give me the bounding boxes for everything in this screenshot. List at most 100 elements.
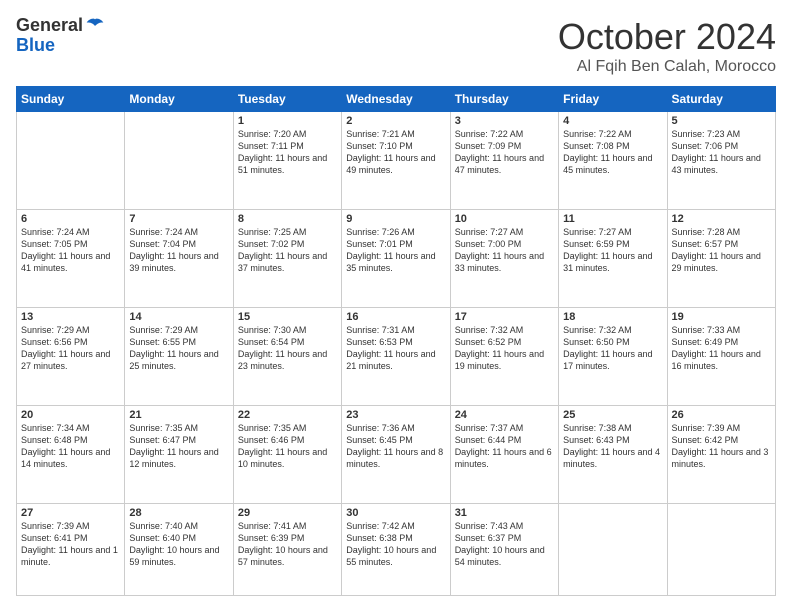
logo-general: General bbox=[16, 16, 83, 36]
day-number: 24 bbox=[455, 409, 554, 421]
day-number: 1 bbox=[238, 115, 337, 127]
location: Al Fqih Ben Calah, Morocco bbox=[558, 58, 776, 76]
cell-content: Sunrise: 7:39 AMSunset: 6:41 PMDaylight:… bbox=[21, 520, 120, 569]
day-number: 9 bbox=[346, 213, 445, 225]
logo-blue: Blue bbox=[16, 36, 105, 56]
day-header-tuesday: Tuesday bbox=[233, 87, 341, 112]
cell-content: Sunrise: 7:33 AMSunset: 6:49 PMDaylight:… bbox=[672, 324, 771, 373]
calendar-cell bbox=[559, 504, 667, 596]
day-number: 13 bbox=[21, 311, 120, 323]
day-number: 20 bbox=[21, 409, 120, 421]
calendar-cell: 11Sunrise: 7:27 AMSunset: 6:59 PMDayligh… bbox=[559, 210, 667, 308]
day-number: 10 bbox=[455, 213, 554, 225]
page: General Blue October 2024 Al Fqih Ben Ca… bbox=[0, 0, 792, 612]
calendar-cell: 22Sunrise: 7:35 AMSunset: 6:46 PMDayligh… bbox=[233, 406, 341, 504]
cell-content: Sunrise: 7:22 AMSunset: 7:09 PMDaylight:… bbox=[455, 128, 554, 177]
week-row-5: 27Sunrise: 7:39 AMSunset: 6:41 PMDayligh… bbox=[17, 504, 776, 596]
day-number: 30 bbox=[346, 507, 445, 519]
day-number: 25 bbox=[563, 409, 662, 421]
week-row-1: 1Sunrise: 7:20 AMSunset: 7:11 PMDaylight… bbox=[17, 112, 776, 210]
cell-content: Sunrise: 7:24 AMSunset: 7:05 PMDaylight:… bbox=[21, 226, 120, 275]
cell-content: Sunrise: 7:29 AMSunset: 6:55 PMDaylight:… bbox=[129, 324, 228, 373]
calendar-cell: 4Sunrise: 7:22 AMSunset: 7:08 PMDaylight… bbox=[559, 112, 667, 210]
calendar-cell: 2Sunrise: 7:21 AMSunset: 7:10 PMDaylight… bbox=[342, 112, 450, 210]
day-number: 3 bbox=[455, 115, 554, 127]
day-number: 21 bbox=[129, 409, 228, 421]
day-header-thursday: Thursday bbox=[450, 87, 558, 112]
calendar: SundayMondayTuesdayWednesdayThursdayFrid… bbox=[16, 86, 776, 596]
title-block: October 2024 Al Fqih Ben Calah, Morocco bbox=[558, 16, 776, 76]
cell-content: Sunrise: 7:22 AMSunset: 7:08 PMDaylight:… bbox=[563, 128, 662, 177]
cell-content: Sunrise: 7:23 AMSunset: 7:06 PMDaylight:… bbox=[672, 128, 771, 177]
day-number: 12 bbox=[672, 213, 771, 225]
calendar-cell: 23Sunrise: 7:36 AMSunset: 6:45 PMDayligh… bbox=[342, 406, 450, 504]
calendar-cell: 13Sunrise: 7:29 AMSunset: 6:56 PMDayligh… bbox=[17, 308, 125, 406]
cell-content: Sunrise: 7:21 AMSunset: 7:10 PMDaylight:… bbox=[346, 128, 445, 177]
calendar-cell: 21Sunrise: 7:35 AMSunset: 6:47 PMDayligh… bbox=[125, 406, 233, 504]
week-row-4: 20Sunrise: 7:34 AMSunset: 6:48 PMDayligh… bbox=[17, 406, 776, 504]
day-header-saturday: Saturday bbox=[667, 87, 775, 112]
day-number: 6 bbox=[21, 213, 120, 225]
day-number: 28 bbox=[129, 507, 228, 519]
calendar-cell: 3Sunrise: 7:22 AMSunset: 7:09 PMDaylight… bbox=[450, 112, 558, 210]
calendar-cell: 12Sunrise: 7:28 AMSunset: 6:57 PMDayligh… bbox=[667, 210, 775, 308]
cell-content: Sunrise: 7:35 AMSunset: 6:46 PMDaylight:… bbox=[238, 422, 337, 471]
day-number: 23 bbox=[346, 409, 445, 421]
day-header-friday: Friday bbox=[559, 87, 667, 112]
cell-content: Sunrise: 7:40 AMSunset: 6:40 PMDaylight:… bbox=[129, 520, 228, 569]
day-number: 16 bbox=[346, 311, 445, 323]
cell-content: Sunrise: 7:42 AMSunset: 6:38 PMDaylight:… bbox=[346, 520, 445, 569]
calendar-cell: 15Sunrise: 7:30 AMSunset: 6:54 PMDayligh… bbox=[233, 308, 341, 406]
day-number: 26 bbox=[672, 409, 771, 421]
calendar-cell: 14Sunrise: 7:29 AMSunset: 6:55 PMDayligh… bbox=[125, 308, 233, 406]
calendar-cell: 25Sunrise: 7:38 AMSunset: 6:43 PMDayligh… bbox=[559, 406, 667, 504]
calendar-cell: 27Sunrise: 7:39 AMSunset: 6:41 PMDayligh… bbox=[17, 504, 125, 596]
day-number: 14 bbox=[129, 311, 228, 323]
calendar-cell: 17Sunrise: 7:32 AMSunset: 6:52 PMDayligh… bbox=[450, 308, 558, 406]
cell-content: Sunrise: 7:32 AMSunset: 6:50 PMDaylight:… bbox=[563, 324, 662, 373]
logo-bird-icon bbox=[85, 16, 105, 36]
cell-content: Sunrise: 7:39 AMSunset: 6:42 PMDaylight:… bbox=[672, 422, 771, 471]
calendar-cell bbox=[125, 112, 233, 210]
calendar-cell: 28Sunrise: 7:40 AMSunset: 6:40 PMDayligh… bbox=[125, 504, 233, 596]
day-number: 22 bbox=[238, 409, 337, 421]
calendar-cell: 20Sunrise: 7:34 AMSunset: 6:48 PMDayligh… bbox=[17, 406, 125, 504]
calendar-cell: 18Sunrise: 7:32 AMSunset: 6:50 PMDayligh… bbox=[559, 308, 667, 406]
logo: General Blue bbox=[16, 16, 105, 56]
calendar-cell: 8Sunrise: 7:25 AMSunset: 7:02 PMDaylight… bbox=[233, 210, 341, 308]
cell-content: Sunrise: 7:38 AMSunset: 6:43 PMDaylight:… bbox=[563, 422, 662, 471]
day-number: 27 bbox=[21, 507, 120, 519]
cell-content: Sunrise: 7:41 AMSunset: 6:39 PMDaylight:… bbox=[238, 520, 337, 569]
calendar-cell: 24Sunrise: 7:37 AMSunset: 6:44 PMDayligh… bbox=[450, 406, 558, 504]
calendar-cell: 6Sunrise: 7:24 AMSunset: 7:05 PMDaylight… bbox=[17, 210, 125, 308]
cell-content: Sunrise: 7:29 AMSunset: 6:56 PMDaylight:… bbox=[21, 324, 120, 373]
week-row-2: 6Sunrise: 7:24 AMSunset: 7:05 PMDaylight… bbox=[17, 210, 776, 308]
calendar-cell: 1Sunrise: 7:20 AMSunset: 7:11 PMDaylight… bbox=[233, 112, 341, 210]
cell-content: Sunrise: 7:31 AMSunset: 6:53 PMDaylight:… bbox=[346, 324, 445, 373]
calendar-cell: 5Sunrise: 7:23 AMSunset: 7:06 PMDaylight… bbox=[667, 112, 775, 210]
cell-content: Sunrise: 7:30 AMSunset: 6:54 PMDaylight:… bbox=[238, 324, 337, 373]
cell-content: Sunrise: 7:36 AMSunset: 6:45 PMDaylight:… bbox=[346, 422, 445, 471]
day-number: 15 bbox=[238, 311, 337, 323]
cell-content: Sunrise: 7:37 AMSunset: 6:44 PMDaylight:… bbox=[455, 422, 554, 471]
day-number: 5 bbox=[672, 115, 771, 127]
calendar-cell: 29Sunrise: 7:41 AMSunset: 6:39 PMDayligh… bbox=[233, 504, 341, 596]
calendar-cell: 9Sunrise: 7:26 AMSunset: 7:01 PMDaylight… bbox=[342, 210, 450, 308]
day-number: 4 bbox=[563, 115, 662, 127]
day-header-sunday: Sunday bbox=[17, 87, 125, 112]
calendar-cell: 10Sunrise: 7:27 AMSunset: 7:00 PMDayligh… bbox=[450, 210, 558, 308]
cell-content: Sunrise: 7:27 AMSunset: 6:59 PMDaylight:… bbox=[563, 226, 662, 275]
cell-content: Sunrise: 7:34 AMSunset: 6:48 PMDaylight:… bbox=[21, 422, 120, 471]
header: General Blue October 2024 Al Fqih Ben Ca… bbox=[16, 16, 776, 76]
cell-content: Sunrise: 7:20 AMSunset: 7:11 PMDaylight:… bbox=[238, 128, 337, 177]
day-number: 7 bbox=[129, 213, 228, 225]
cell-content: Sunrise: 7:43 AMSunset: 6:37 PMDaylight:… bbox=[455, 520, 554, 569]
calendar-cell bbox=[17, 112, 125, 210]
month-title: October 2024 bbox=[558, 16, 776, 58]
cell-content: Sunrise: 7:26 AMSunset: 7:01 PMDaylight:… bbox=[346, 226, 445, 275]
calendar-cell: 31Sunrise: 7:43 AMSunset: 6:37 PMDayligh… bbox=[450, 504, 558, 596]
cell-content: Sunrise: 7:24 AMSunset: 7:04 PMDaylight:… bbox=[129, 226, 228, 275]
day-number: 29 bbox=[238, 507, 337, 519]
day-number: 8 bbox=[238, 213, 337, 225]
day-number: 2 bbox=[346, 115, 445, 127]
